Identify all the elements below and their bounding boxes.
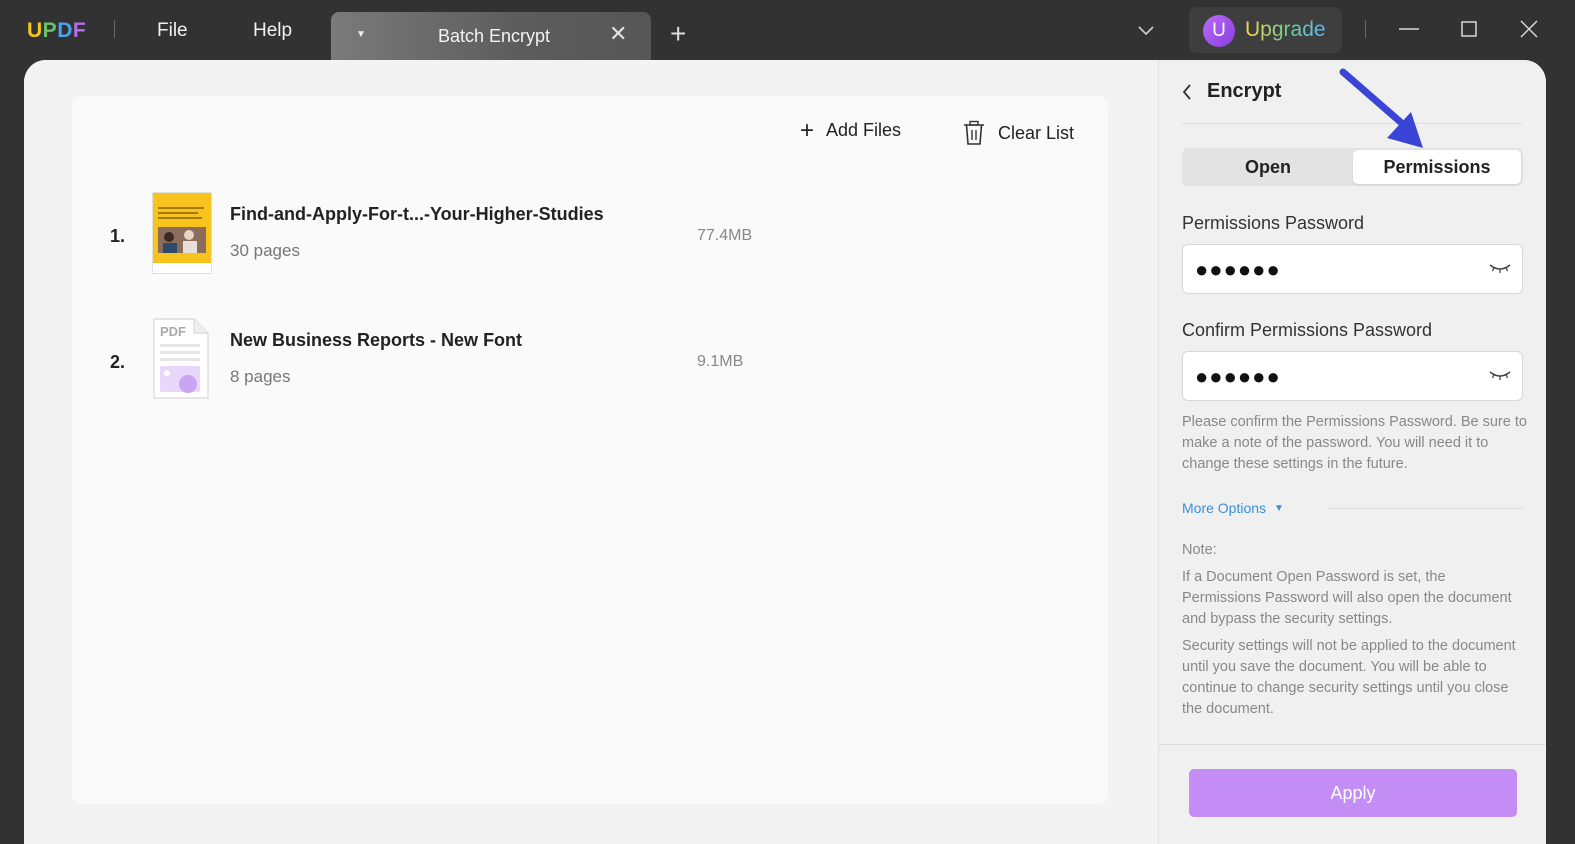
- avatar: U: [1203, 15, 1235, 47]
- tab-open[interactable]: Open: [1184, 150, 1352, 184]
- minimize-icon[interactable]: [1394, 14, 1424, 44]
- panel-header: Encrypt: [1181, 80, 1281, 103]
- tab-batch-encrypt[interactable]: ▼ Batch Encrypt ✕: [331, 12, 651, 60]
- file-number: 1.: [110, 226, 126, 246]
- triangle-down-icon: ▼: [1274, 502, 1284, 514]
- file-row[interactable]: 2. PDF New Business Reports - New Font 8…: [72, 318, 1108, 408]
- maximize-icon[interactable]: [1454, 14, 1484, 44]
- pdf-file-icon: PDF: [152, 318, 212, 400]
- note-title: Note:: [1182, 542, 1217, 558]
- chevron-left-icon[interactable]: [1181, 83, 1193, 101]
- divider: [1327, 508, 1523, 509]
- divider: [114, 20, 115, 38]
- password-value: ●●●●●●: [1195, 257, 1281, 282]
- file-pages: 30 pages: [230, 241, 300, 260]
- apply-button[interactable]: Apply: [1189, 769, 1517, 817]
- file-name: New Business Reports - New Font: [230, 330, 523, 350]
- clear-list-button[interactable]: Clear List: [962, 120, 1074, 146]
- add-files-button[interactable]: + Add Files: [800, 116, 902, 144]
- chevron-down-icon[interactable]: [1137, 22, 1155, 40]
- svg-text:PDF: PDF: [160, 324, 186, 339]
- close-icon[interactable]: ✕: [609, 21, 627, 47]
- clear-list-label: Clear List: [998, 122, 1075, 143]
- panel-title: Encrypt: [1207, 80, 1282, 102]
- tab-title: Batch Encrypt: [438, 26, 551, 46]
- file-size: 77.4MB: [697, 227, 753, 244]
- encrypt-panel: Encrypt Open Permissions Permissions Pas…: [1158, 60, 1546, 844]
- plus-icon: +: [800, 116, 815, 144]
- note-paragraph: Security settings will not be applied to…: [1182, 638, 1516, 717]
- eye-closed-icon[interactable]: [1488, 261, 1512, 277]
- annotation-arrow-icon: [1339, 68, 1423, 148]
- close-window-icon[interactable]: [1514, 14, 1544, 44]
- main-window: + Add Files Clear List 1. Find-and-Apply…: [24, 60, 1546, 844]
- password-value: ●●●●●●: [1195, 364, 1281, 389]
- file-number: 2.: [110, 352, 126, 372]
- file-row[interactable]: 1. Find-and-Apply-For-t...-Your-Higher-S…: [72, 192, 1108, 282]
- tab-permissions[interactable]: Permissions: [1353, 150, 1521, 184]
- more-options-toggle[interactable]: More Options ▼: [1182, 500, 1284, 516]
- file-list-pane: + Add Files Clear List 1. Find-and-Apply…: [24, 60, 1158, 844]
- eye-closed-icon[interactable]: [1488, 368, 1512, 384]
- password-helper-text: Please confirm the Permissions Password.…: [1182, 414, 1527, 472]
- file-name: Find-and-Apply-For-t...-Your-Higher-Stud…: [230, 204, 604, 224]
- menu-file[interactable]: File: [157, 20, 188, 42]
- permissions-password-label: Permissions Password: [1182, 213, 1365, 233]
- trash-icon: [964, 120, 984, 145]
- file-size: 9.1MB: [697, 353, 744, 370]
- file-thumbnail: [152, 192, 212, 274]
- updf-logo: UPDF: [27, 19, 87, 42]
- more-options-label: More Options: [1182, 500, 1267, 516]
- upgrade-button[interactable]: U Upgrade: [1189, 7, 1342, 53]
- note-section: Note: If a Document Open Password is set…: [1182, 540, 1527, 726]
- divider: [1365, 20, 1366, 38]
- file-pages: 8 pages: [230, 367, 291, 386]
- confirm-password-field[interactable]: ●●●●●●: [1182, 351, 1523, 401]
- file-list-card: + Add Files Clear List 1. Find-and-Apply…: [72, 96, 1108, 804]
- add-files-label: Add Files: [826, 120, 902, 140]
- menu-help[interactable]: Help: [253, 20, 292, 42]
- plus-icon[interactable]: +: [670, 20, 686, 48]
- divider: [1159, 744, 1546, 745]
- note-paragraph: If a Document Open Password is set, the …: [1182, 569, 1512, 627]
- upgrade-label: Upgrade: [1245, 18, 1326, 41]
- confirm-password-label: Confirm Permissions Password: [1182, 320, 1433, 340]
- permissions-password-field[interactable]: ●●●●●●: [1182, 244, 1523, 294]
- caret-down-icon[interactable]: ▼: [356, 29, 366, 40]
- title-bar: UPDF File Help ▼ Batch Encrypt ✕ + U Upg…: [0, 0, 1575, 60]
